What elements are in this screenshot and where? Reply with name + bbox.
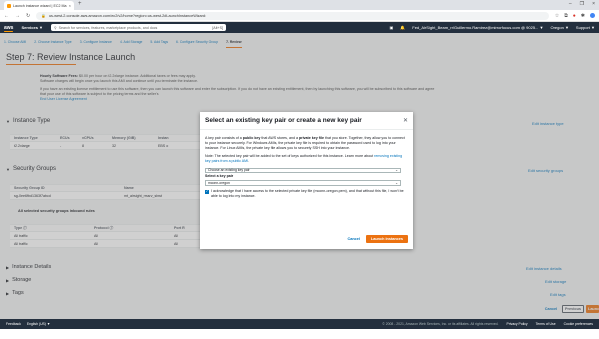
window-close-button[interactable]: × [592, 1, 595, 7]
text: A key pair consists of a [205, 136, 243, 140]
bottom-strip [0, 329, 599, 339]
dialog-header: Select an existing key pair or create a … [200, 112, 413, 130]
search-placeholder: Search for services, features, marketpla… [58, 25, 158, 30]
forward-icon[interactable]: → [15, 13, 20, 19]
feedback-link[interactable]: Feedback [6, 322, 21, 326]
footer-links: © 2008 - 2021, Amazon Web Services, Inc.… [382, 322, 593, 326]
browser-tab[interactable]: Launch instance wizard | EC2 Ma × [4, 1, 74, 10]
text-bold: public key [242, 136, 261, 140]
select-value: mconn-oregon [208, 180, 230, 185]
close-icon[interactable]: ✕ [403, 117, 408, 124]
select-key-pair-label: Select a key pair [205, 174, 234, 179]
text: . [248, 159, 250, 164]
language-menu[interactable]: English (US) ▼ [27, 322, 50, 326]
text: that AWS stores, and a [260, 136, 299, 140]
key-pair-note: Note: The selected key pair will be adde… [205, 154, 408, 164]
acknowledge-row: ✓ I acknowledge that I have access to th… [205, 189, 408, 199]
privacy-link[interactable]: Privacy Policy [507, 322, 528, 326]
aws-console-header: aws Services ▼ ⚲ Search for services, fe… [0, 22, 599, 33]
chevron-down-icon: ⌄ [395, 168, 398, 173]
dialog-footer: Cancel Launch Instances [347, 235, 408, 243]
terms-link[interactable]: Terms of Use [536, 322, 556, 326]
url-field[interactable]: 🔒 us-west-2.console.aws.amazon.com/ec2/v… [36, 11, 549, 20]
tab-title: Launch instance wizard | EC2 Ma [13, 3, 67, 8]
search-icon: ⚲ [53, 25, 57, 30]
cookie-preferences-link[interactable]: Cookie preferences [564, 322, 593, 326]
dialog-body: A key pair consists of a public key that… [200, 130, 413, 198]
acknowledge-text: I acknowledge that I have access to the … [211, 188, 404, 198]
cloudshell-icon[interactable]: ▣ [389, 25, 393, 30]
search-shortcut: [Alt+S] [212, 25, 223, 30]
notifications-bell-icon[interactable]: 🔔 [400, 25, 405, 30]
puzzle-icon[interactable]: ✱ [581, 13, 585, 19]
lock-icon: 🔒 [41, 14, 46, 18]
dialog-cancel-button[interactable]: Cancel [347, 237, 359, 241]
aws-logo[interactable]: aws [4, 25, 14, 32]
maximize-button[interactable]: ❐ [580, 1, 584, 7]
key-pair-option-select[interactable]: Choose an existing key pair ⌄ [205, 167, 401, 174]
services-menu[interactable]: Services ▼ [21, 25, 43, 30]
account-menu[interactable]: Fed_AirSight_Beam_rr/Guillermo.Ramirez@m… [412, 25, 543, 30]
aws-favicon-icon [7, 3, 11, 8]
tab-close-icon[interactable]: × [69, 3, 71, 8]
profile-avatar[interactable] [590, 13, 595, 18]
select-value: Choose an existing key pair [208, 168, 250, 173]
console-footer: Feedback English (US) ▼ © 2008 - 2021, A… [0, 319, 599, 329]
acknowledge-checkbox[interactable]: ✓ [205, 189, 209, 194]
window-controls: – ❐ × [569, 1, 595, 7]
minimize-button[interactable]: – [569, 1, 572, 7]
text-bold: private key file [298, 136, 324, 140]
browser-tab-bar: Launch instance wizard | EC2 Ma × + – ❐ … [0, 0, 599, 10]
text: Note: The selected key pair will be adde… [205, 154, 375, 159]
aws-search-input[interactable]: ⚲ Search for services, features, marketp… [50, 24, 226, 31]
key-pair-select[interactable]: mconn-oregon ⌄ [205, 180, 401, 186]
new-tab-button[interactable]: + [78, 1, 82, 7]
address-bar: ← → ↻ 🔒 us-west-2.console.aws.amazon.com… [0, 10, 599, 22]
chevron-down-icon: ⌄ [395, 180, 398, 185]
reload-icon[interactable]: ↻ [26, 13, 30, 19]
star-icon[interactable]: ☆ [555, 13, 559, 19]
back-icon[interactable]: ← [4, 13, 9, 19]
dialog-title: Select an existing key pair or create a … [205, 117, 362, 124]
extension-icon[interactable]: ⧉ [564, 13, 568, 19]
launch-instances-button[interactable]: Launch Instances [365, 235, 408, 243]
key-pair-description: A key pair consists of a public key that… [205, 136, 408, 150]
support-menu[interactable]: Support ▼ [576, 25, 595, 30]
extension-red-icon[interactable]: ● [573, 13, 576, 19]
region-menu[interactable]: Oregon ▼ [550, 25, 568, 30]
browser-actions: ☆ ⧉ ● ✱ [555, 13, 595, 19]
aws-header-right: ▣ 🔔 Fed_AirSight_Beam_rr/Guillermo.Ramir… [389, 25, 595, 30]
copyright-text: © 2008 - 2021, Amazon Web Services, Inc.… [382, 322, 499, 326]
key-pair-dialog: Select an existing key pair or create a … [200, 112, 413, 249]
url-text: us-west-2.console.aws.amazon.com/ec2/v2/… [48, 13, 207, 18]
